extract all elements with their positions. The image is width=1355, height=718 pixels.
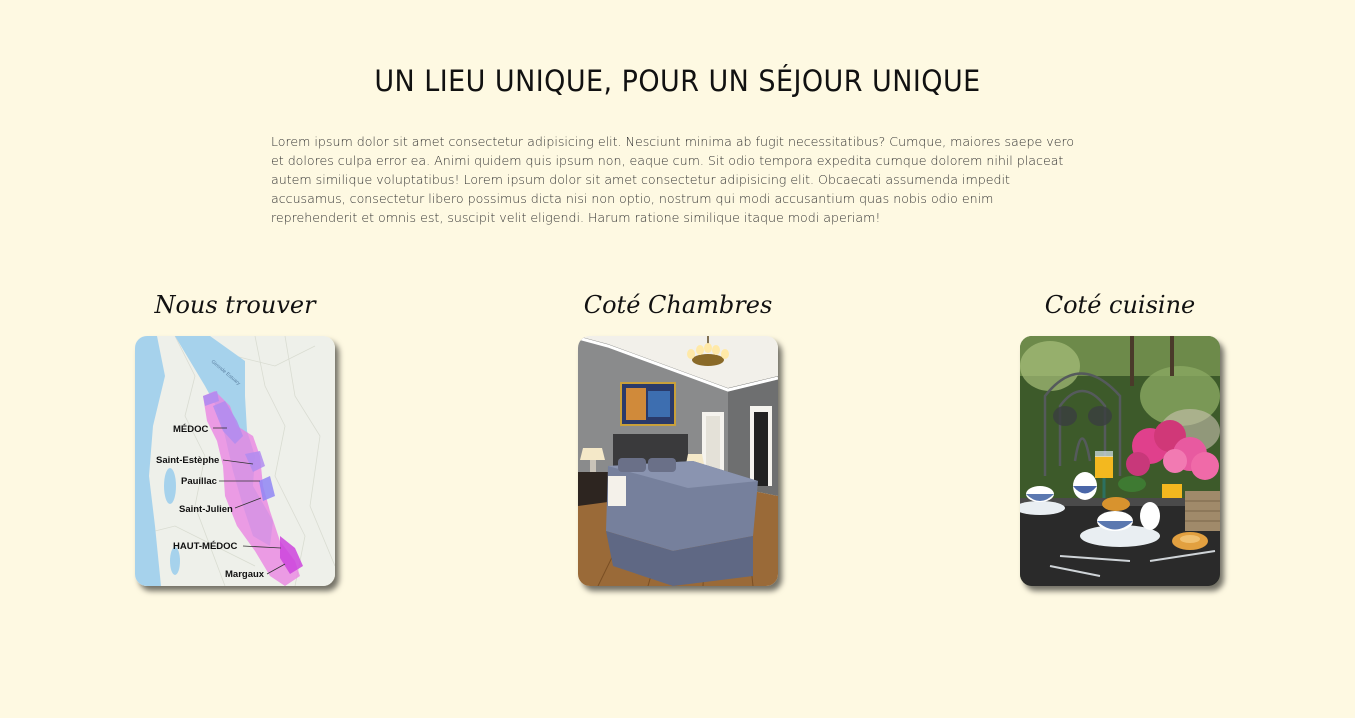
card-cote-cuisine[interactable]: Coté cuisine	[1010, 286, 1230, 586]
breakfast-table-photo	[1020, 336, 1220, 586]
map-label-saint-estephe: Saint-Estèphe	[156, 455, 219, 466]
section-title: UN LIEU UNIQUE, POUR UN SÉJOUR UNIQUE	[374, 64, 981, 98]
bedroom-photo	[578, 336, 778, 586]
medoc-map-image: MÉDOC Saint-Estèphe Pauillac Saint-Julie…	[135, 336, 335, 586]
map-label-pauillac: Pauillac	[181, 476, 217, 487]
card-title-nous-trouver: Nous trouver	[154, 291, 316, 319]
map-image-link[interactable]: MÉDOC Saint-Estèphe Pauillac Saint-Julie…	[135, 336, 335, 586]
card-nous-trouver[interactable]: Nous trouver MÉDOC Saint-Estèphe Pauilla…	[125, 286, 345, 586]
map-label-saint-julien: Saint-Julien	[179, 504, 233, 515]
card-title-cote-chambres: Coté Chambres	[583, 291, 773, 319]
bedroom-image-link[interactable]	[578, 336, 778, 586]
intro-paragraph: Lorem ipsum dolor sit amet consectetur a…	[271, 134, 1075, 225]
card-title-cote-cuisine: Coté cuisine	[1044, 291, 1196, 319]
kitchen-image-link[interactable]	[1020, 336, 1220, 586]
card-cote-chambres[interactable]: Coté Chambres	[568, 286, 788, 586]
map-label-medoc: MÉDOC	[173, 424, 209, 435]
map-label-haut-medoc: HAUT-MÉDOC	[173, 541, 238, 552]
map-label-margaux: Margaux	[225, 569, 265, 580]
